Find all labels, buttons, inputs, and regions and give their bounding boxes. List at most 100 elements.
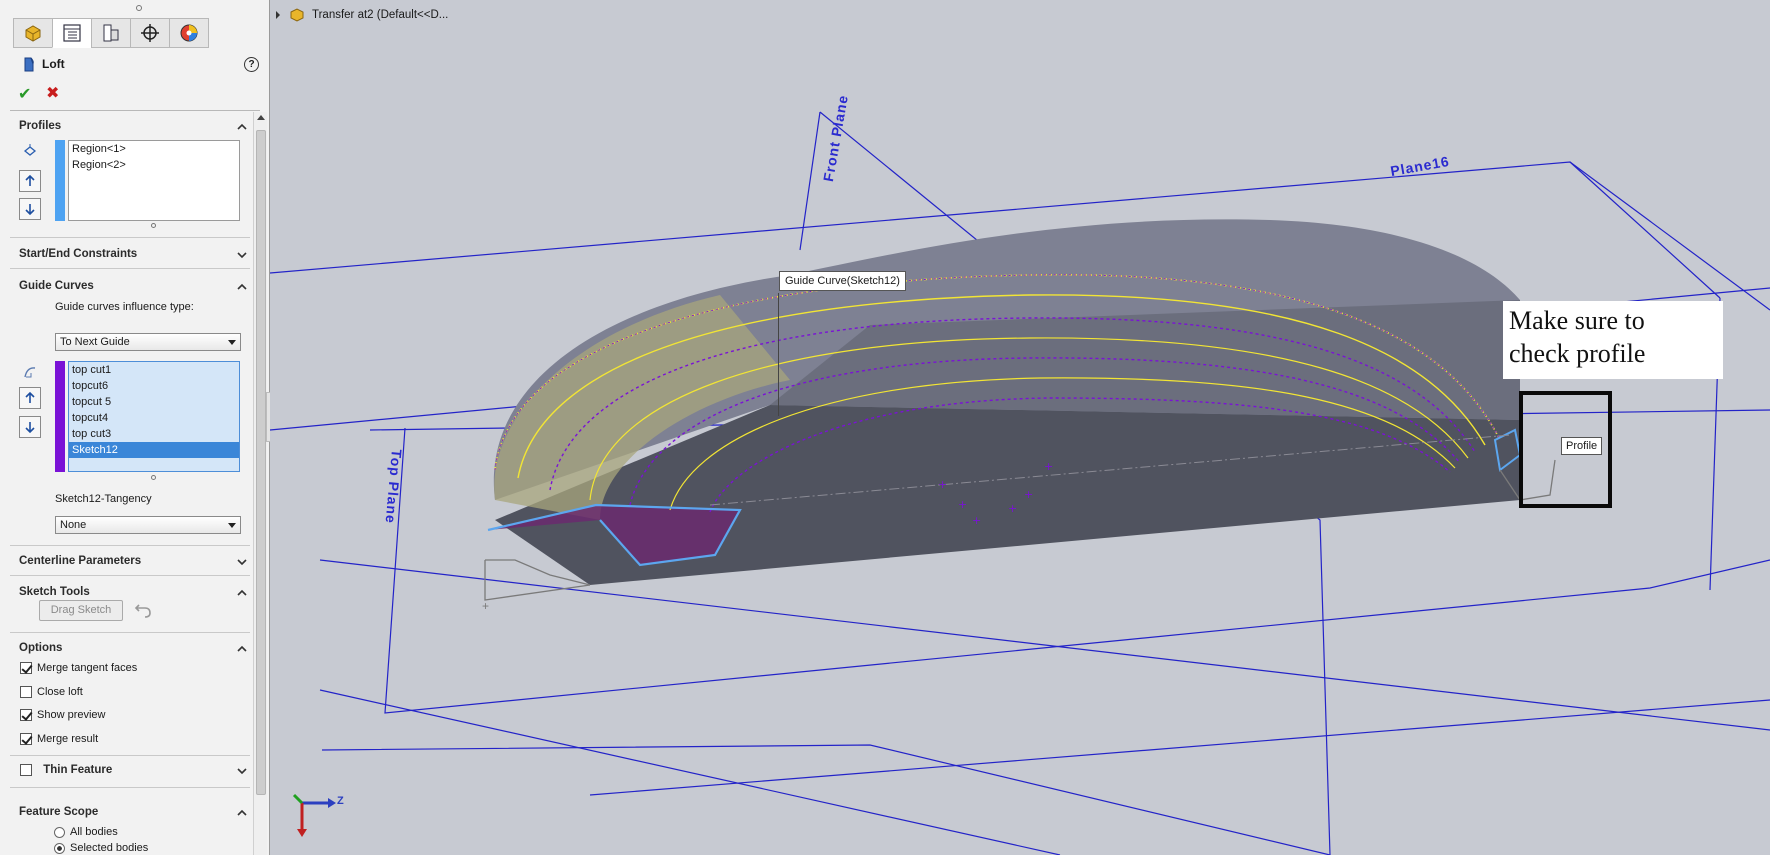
arrow-up-icon (25, 391, 35, 403)
dropdown-arrow-icon (228, 340, 236, 345)
configuration-manager-icon (103, 24, 119, 42)
plane-edge (319, 559, 1770, 731)
cancel-button[interactable]: ✖ (46, 83, 59, 103)
feature-scope-section-header[interactable]: Feature Scope (19, 806, 249, 818)
move-up-button[interactable] (19, 170, 41, 192)
tree-root-item[interactable]: Transfer at2 (Default<<D... (274, 6, 448, 24)
close-loft-checkbox[interactable]: Close loft (20, 686, 83, 698)
profile-icon (23, 144, 37, 156)
tab-property-manager[interactable] (52, 18, 92, 48)
influence-type-label: Guide curves influence type: (55, 301, 194, 313)
list-item-selected[interactable]: Sketch12 (69, 442, 239, 458)
checkbox-checked[interactable] (20, 709, 32, 721)
list-item[interactable]: topcut6 (69, 378, 239, 394)
profiles-section-header[interactable]: Profiles (19, 120, 249, 132)
selected-bodies-radio[interactable]: Selected bodies (54, 842, 148, 854)
list-item[interactable]: top cut3 (69, 426, 239, 442)
property-manager-icon (63, 24, 81, 42)
profile-tooltip: Profile (1561, 437, 1603, 455)
centerline-section-header[interactable]: Centerline Parameters (19, 555, 249, 567)
svg-text:+: + (938, 478, 947, 491)
tab-dimxpert-manager[interactable] (130, 18, 170, 48)
arrow-down-icon (25, 204, 35, 216)
thin-feature-section-header[interactable]: Thin Feature (20, 764, 249, 776)
influence-type-value: To Next Guide (60, 336, 130, 348)
list-item[interactable]: topcut 5 (69, 394, 239, 410)
tab-configuration-manager[interactable] (91, 18, 131, 48)
merge-tangent-checkbox[interactable]: Merge tangent faces (20, 662, 137, 674)
chevron-down-icon (237, 768, 247, 775)
divider (10, 632, 250, 633)
chevron-up-icon (237, 283, 247, 290)
dropdown-arrow-icon (228, 523, 236, 528)
list-item[interactable]: Region<1> (69, 141, 239, 157)
guide-curves-section-header[interactable]: Guide Curves (19, 280, 249, 292)
merge-tangent-label: Merge tangent faces (37, 662, 138, 674)
crosshair-icon (141, 24, 159, 42)
list-item[interactable]: topcut4 (69, 410, 239, 426)
help-icon[interactable]: ? (244, 57, 259, 72)
list-item[interactable]: Region<2> (69, 157, 239, 173)
move-down-button[interactable] (19, 198, 41, 220)
annotation-note: Make sure to check profile (1503, 301, 1723, 379)
list-resize-grip[interactable] (151, 223, 156, 228)
radio-selected[interactable] (54, 842, 65, 854)
plane-edge (589, 699, 1770, 796)
divider (10, 545, 250, 546)
guide-curves-list[interactable]: top cut1 topcut6 topcut 5 topcut4 top cu… (68, 361, 240, 472)
feature-manager-icon (25, 25, 41, 42)
loft-icon (24, 57, 34, 72)
all-bodies-label: All bodies (70, 826, 118, 838)
guide-curves-color-bar (55, 361, 65, 472)
tangency-label: Sketch12-Tangency (55, 493, 152, 505)
annotation-line: check profile (1509, 339, 1646, 368)
caret-right-icon[interactable] (274, 10, 282, 20)
start-end-section-header[interactable]: Start/End Constraints (19, 248, 249, 260)
merge-result-label: Merge result (37, 733, 99, 745)
panel-scrollbar[interactable] (253, 112, 267, 855)
thin-feature-checkbox[interactable] (20, 764, 32, 776)
influence-type-select[interactable]: To Next Guide (55, 333, 241, 351)
tab-display-manager[interactable] (169, 18, 209, 48)
options-label: Options (19, 642, 63, 654)
start-end-label: Start/End Constraints (19, 248, 138, 260)
options-section-header[interactable]: Options (19, 642, 249, 654)
tangency-value: None (60, 519, 87, 531)
scroll-up-icon[interactable] (257, 115, 265, 120)
tangency-select[interactable]: None (55, 516, 241, 534)
profiles-color-bar (55, 140, 65, 221)
undo-icon[interactable] (133, 601, 153, 619)
chevron-down-icon (237, 252, 247, 259)
drag-sketch-button[interactable]: Drag Sketch (39, 600, 123, 621)
selected-bodies-label: Selected bodies (70, 842, 149, 854)
divider (10, 755, 250, 756)
checkbox-checked[interactable] (20, 662, 32, 674)
tree-item-label: Transfer at2 (Default<<D... (312, 9, 449, 21)
show-preview-checkbox[interactable]: Show preview (20, 709, 105, 721)
checkbox-unchecked[interactable] (20, 686, 32, 698)
merge-result-checkbox[interactable]: Merge result (20, 733, 98, 745)
axis-z-label: Z (337, 795, 344, 807)
profile-selection-icon (19, 140, 41, 162)
sketch-tools-section-header[interactable]: Sketch Tools (19, 586, 249, 598)
profiles-list[interactable]: Region<1> Region<2> (68, 140, 240, 221)
graphics-viewport[interactable]: + + + + + + + Transfer at2 (Default<<D... Fr… (270, 0, 1770, 855)
list-item[interactable]: top cut1 (69, 362, 239, 378)
origin-marker: + (482, 599, 489, 613)
close-loft-label: Close loft (37, 686, 83, 698)
radio-unselected[interactable] (54, 826, 65, 838)
all-bodies-radio[interactable]: All bodies (54, 826, 118, 838)
plane-edge (319, 689, 1061, 855)
feature-title-text: Loft (42, 57, 65, 71)
list-resize-grip[interactable] (151, 475, 156, 480)
front-plane-edge (321, 744, 1331, 855)
scroll-thumb[interactable] (256, 130, 266, 795)
checkbox-checked[interactable] (20, 733, 32, 745)
guide-move-down-button[interactable] (19, 416, 41, 438)
guide-move-up-button[interactable] (19, 387, 41, 409)
svg-text:+: + (972, 514, 981, 527)
panel-grip[interactable] (136, 5, 142, 11)
ok-button[interactable]: ✔ (18, 84, 31, 104)
tab-feature-manager[interactable] (13, 18, 53, 48)
chevron-up-icon (237, 123, 247, 130)
